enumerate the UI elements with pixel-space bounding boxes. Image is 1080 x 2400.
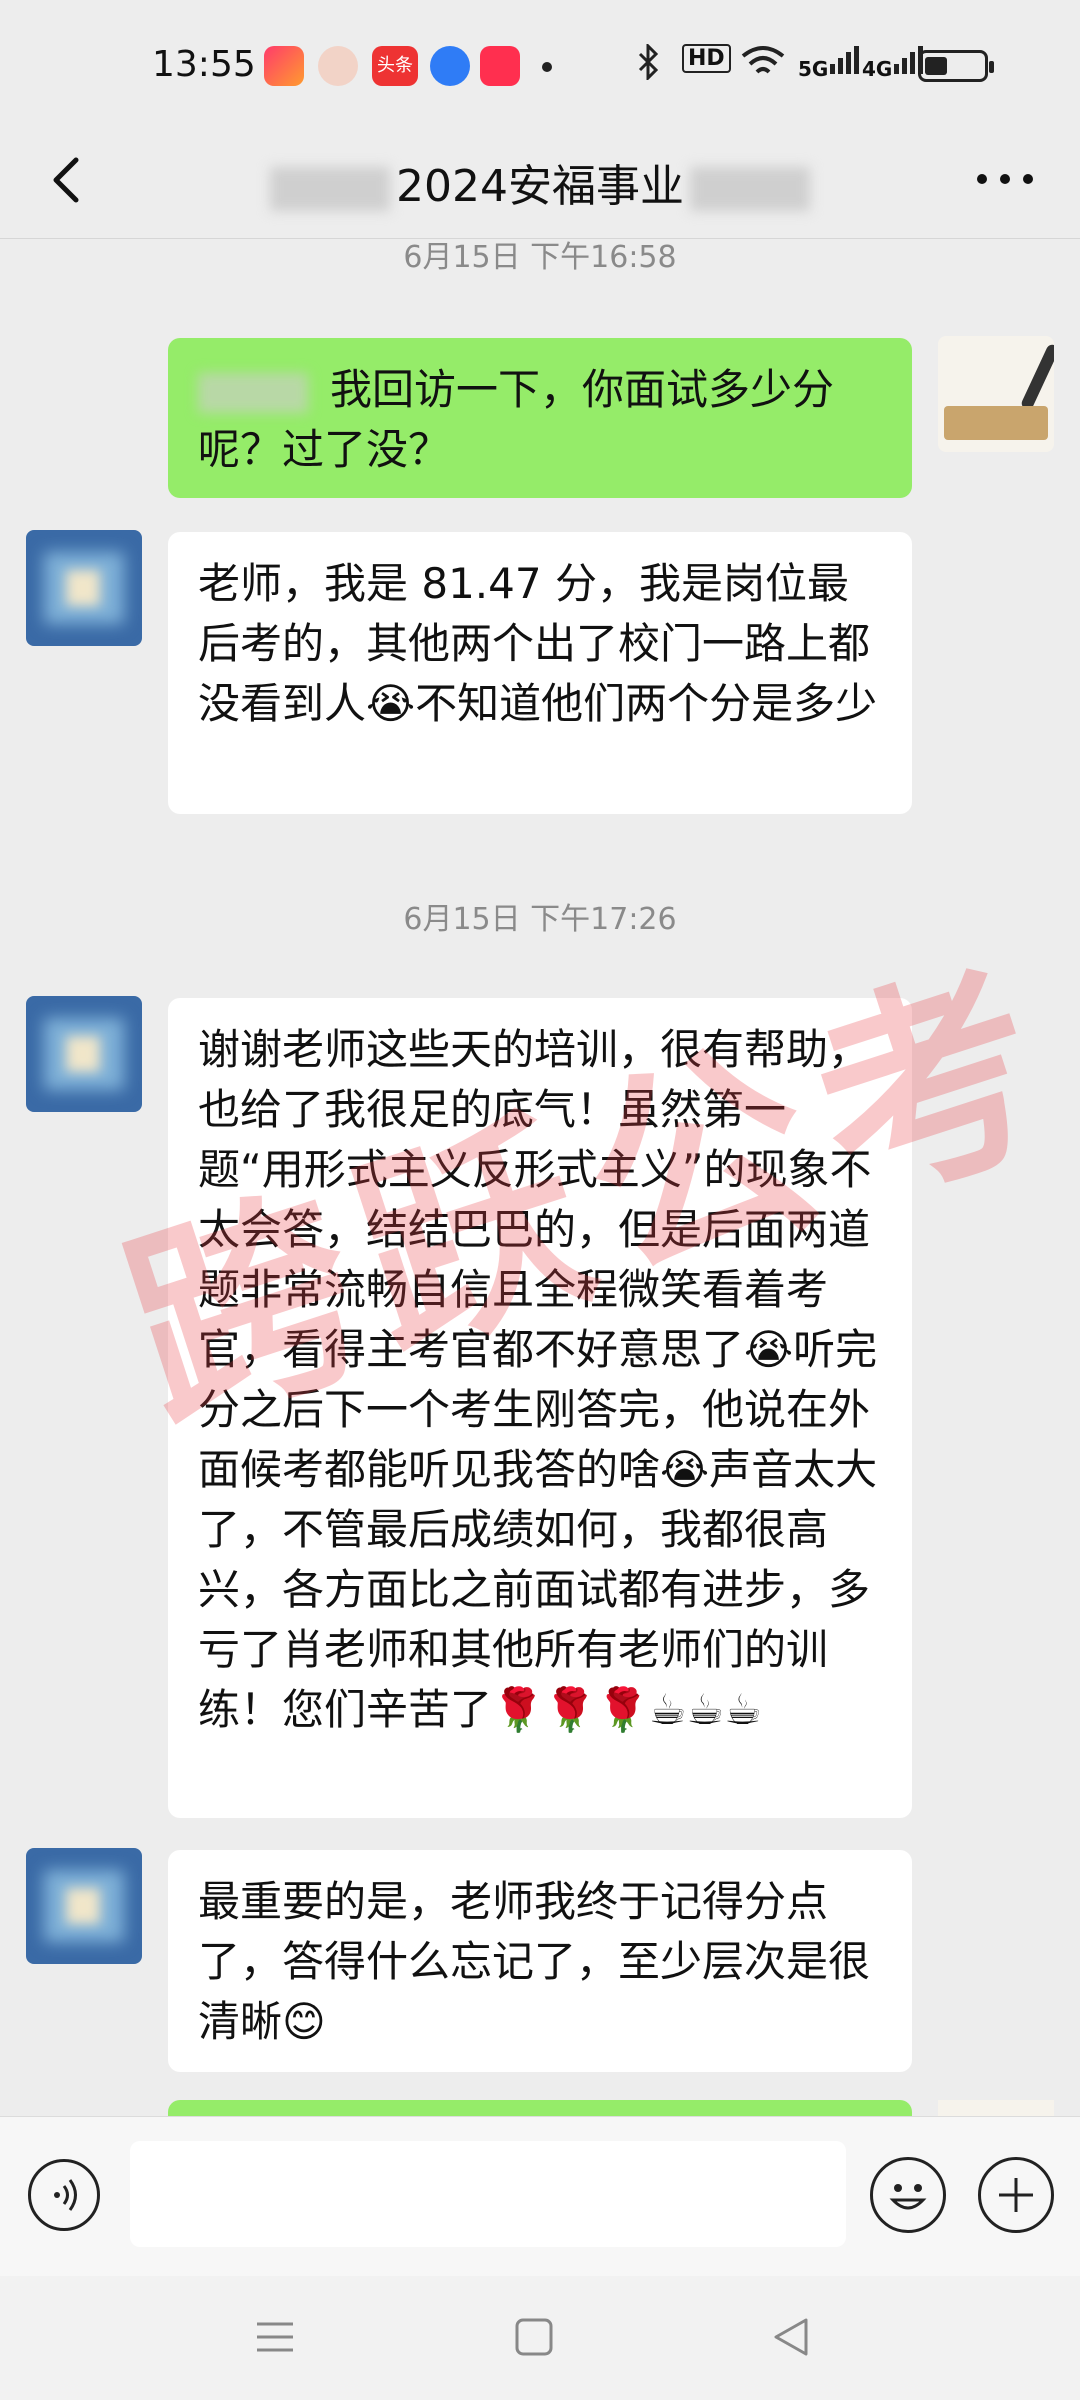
message-bubble-other[interactable]: 老师，我是 81.47 分，我是岗位最后考的，其他两个出了校门一路上都没看到人😭… xyxy=(168,532,912,814)
book-icon xyxy=(944,406,1048,440)
message-input[interactable] xyxy=(130,2141,846,2247)
message-text: 老师，我是 81.47 分，我是岗位最后考的，其他两个出了校门一路上都没看到人😭… xyxy=(198,559,878,728)
more-options-button[interactable] xyxy=(970,154,1040,204)
contact-avatar[interactable] xyxy=(26,530,142,646)
smiley-icon xyxy=(889,2184,927,2210)
message-text: 谢谢老师这些天的培训，很有帮助，也给了我很足的底气！虽然第一题“用形式主义反形式… xyxy=(198,1025,878,1734)
menu-icon xyxy=(257,2322,293,2352)
signal-4g-label: 4G xyxy=(862,57,893,81)
message-bubble-mine-partial[interactable] xyxy=(168,2100,912,2116)
timestamp: 6月15日 下午17:26 xyxy=(403,902,677,937)
signal-5g-label: 5G xyxy=(798,57,829,81)
blurred-name xyxy=(270,167,390,211)
emoji-button[interactable] xyxy=(870,2157,946,2233)
contact-avatar[interactable] xyxy=(26,996,142,1112)
message-bubble-mine[interactable]: 我回访一下，你面试多少分呢？过了没？ xyxy=(168,338,912,498)
status-bar: 13:55 头条 HD 5G 4G xyxy=(0,0,1080,130)
quill-icon xyxy=(1019,342,1054,412)
my-avatar[interactable] xyxy=(938,336,1054,452)
chat-title: 2024安福事业 xyxy=(0,150,1080,214)
status-time: 13:55 xyxy=(152,44,256,85)
back-nav-button[interactable] xyxy=(762,2312,822,2362)
blurred-name xyxy=(198,372,308,413)
battery-icon xyxy=(918,50,994,82)
plus-icon xyxy=(999,2178,1033,2212)
play-app-icon xyxy=(480,46,520,86)
menu-nav-button[interactable] xyxy=(245,2312,305,2362)
toutiao-app-icon: 头条 xyxy=(372,46,418,86)
notification-dot-icon xyxy=(542,62,552,72)
timestamp: 6月15日 下午16:58 xyxy=(403,240,677,275)
message-bubble-other[interactable]: 谢谢老师这些天的培训，很有帮助，也给了我很足的底气！虽然第一题“用形式主义反形式… xyxy=(168,998,912,1818)
bluetooth-icon xyxy=(636,42,660,87)
signal-5g-icon: 5G xyxy=(798,44,862,83)
message-bubble-other[interactable]: 最重要的是，老师我终于记得分点了，答得什么忘记了，至少层次是很清晰😊 xyxy=(168,1850,912,2072)
chat-header: 2024安福事业 xyxy=(0,130,1080,240)
hd-icon: HD xyxy=(682,44,731,73)
voice-button[interactable] xyxy=(28,2159,100,2231)
contact-avatar[interactable] xyxy=(26,1848,142,1964)
wifi-icon xyxy=(740,44,786,87)
system-nav-bar xyxy=(0,2276,1080,2400)
my-avatar-partial[interactable] xyxy=(938,2100,1054,2116)
more-dots-icon xyxy=(977,174,1033,184)
triangle-back-icon xyxy=(774,2318,808,2356)
signal-4g-icon: 4G xyxy=(862,44,926,83)
avatar-app-icon xyxy=(318,46,358,86)
input-bar xyxy=(0,2116,1080,2277)
square-icon xyxy=(515,2318,553,2356)
video-app-icon xyxy=(264,46,304,86)
more-functions-button[interactable] xyxy=(978,2157,1054,2233)
home-nav-button[interactable] xyxy=(504,2312,564,2362)
blurred-name xyxy=(689,167,810,211)
service-app-icon xyxy=(430,46,470,86)
chat-title-text: 2024安福事业 xyxy=(396,161,684,212)
voice-icon xyxy=(54,2179,77,2211)
message-text: 最重要的是，老师我终于记得分点了，答得什么忘记了，至少层次是很清晰😊 xyxy=(198,1877,871,2046)
